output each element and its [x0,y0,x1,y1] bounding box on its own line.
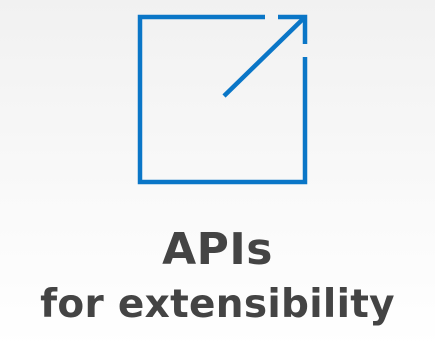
external-link-icon-graphic [137,14,308,185]
feature-tile: APIs for extensibility [0,0,435,348]
feature-title-line-2: for extensibility [40,282,395,327]
feature-title-line-1: APIs [162,224,273,275]
feature-title: APIs for extensibility [0,222,435,332]
external-link-icon [128,4,318,194]
external-link-icon-shaft [222,16,306,98]
